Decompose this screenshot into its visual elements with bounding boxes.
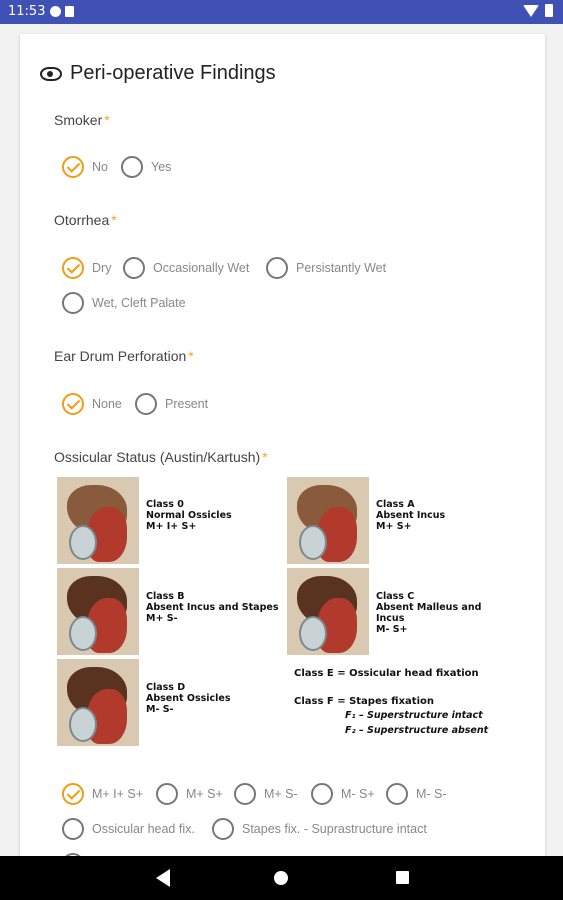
radio-unchecked-icon[interactable] bbox=[62, 292, 84, 314]
system-navigation-bar bbox=[0, 856, 563, 900]
classA-caption: Class A Absent Incus M+ S+ bbox=[376, 499, 446, 532]
radio-unchecked-icon[interactable] bbox=[62, 818, 84, 840]
radio-unchecked-icon[interactable] bbox=[212, 818, 234, 840]
ossicle-image-classD bbox=[57, 659, 139, 746]
radio-ossicular-head-fixation[interactable]: Ossicular head fix. bbox=[62, 818, 195, 840]
class0-caption: Class 0 Normal Ossicles M+ I+ S+ bbox=[146, 499, 232, 532]
notification-icon bbox=[50, 6, 61, 17]
radio-ossicular-m-plus-s-plus[interactable]: M+ S+ bbox=[156, 783, 223, 805]
sd-card-icon bbox=[65, 6, 74, 17]
radio-unchecked-icon[interactable] bbox=[156, 783, 178, 805]
required-marker: * bbox=[111, 212, 117, 228]
radio-otorrhea-wet-cleft-palate[interactable]: Wet, Cleft Palate bbox=[62, 292, 186, 314]
home-icon[interactable] bbox=[274, 871, 288, 885]
question-ear-drum-label: Ear Drum Perforation * bbox=[54, 348, 194, 364]
radio-unchecked-icon[interactable] bbox=[123, 257, 145, 279]
radio-otorrhea-persistantly-wet[interactable]: Persistantly Wet bbox=[266, 257, 386, 279]
radio-smoker-no[interactable]: No bbox=[62, 156, 108, 178]
question-smoker-label: Smoker * bbox=[54, 112, 110, 128]
classF2-caption: F₂ – Superstructure absent bbox=[345, 725, 489, 736]
ossicle-image-classA bbox=[287, 477, 369, 564]
back-icon[interactable] bbox=[156, 869, 170, 887]
status-time: 11:53 bbox=[8, 4, 46, 19]
radio-otorrhea-occasionally-wet[interactable]: Occasionally Wet bbox=[123, 257, 249, 279]
radio-ear-drum-none[interactable]: None bbox=[62, 393, 122, 415]
battery-icon bbox=[545, 4, 553, 17]
radio-unchecked-icon[interactable] bbox=[311, 783, 333, 805]
status-bar: 11:53 bbox=[0, 0, 563, 24]
required-marker: * bbox=[262, 449, 268, 465]
required-marker: * bbox=[104, 112, 110, 128]
form-card: Peri-operative Findings Smoker * No Yes O… bbox=[20, 34, 545, 864]
ossicle-image-classB bbox=[57, 568, 139, 655]
section-header: Peri-operative Findings bbox=[40, 62, 276, 85]
radio-ear-drum-present[interactable]: Present bbox=[135, 393, 208, 415]
question-otorrhea-label: Otorrhea * bbox=[54, 212, 117, 228]
ossicle-image-class0 bbox=[57, 477, 139, 564]
classC-caption: Class C Absent Malleus and Incus M- S+ bbox=[376, 591, 482, 635]
classF-caption: Class F = Stapes fixation bbox=[294, 696, 434, 707]
classE-caption: Class E = Ossicular head fixation bbox=[294, 668, 479, 679]
radio-checked-icon[interactable] bbox=[62, 393, 84, 415]
required-marker: * bbox=[188, 348, 194, 364]
classB-caption: Class B Absent Incus and Stapes M+ S- bbox=[146, 591, 279, 624]
radio-checked-icon[interactable] bbox=[62, 156, 84, 178]
radio-checked-icon[interactable] bbox=[62, 783, 84, 805]
classF1-caption: F₁ – Superstructure intact bbox=[345, 710, 483, 721]
recent-apps-icon[interactable] bbox=[396, 871, 409, 884]
radio-unchecked-icon[interactable] bbox=[234, 783, 256, 805]
radio-unchecked-icon[interactable] bbox=[121, 156, 143, 178]
ossicle-image-classC bbox=[287, 568, 369, 655]
radio-checked-icon[interactable] bbox=[62, 257, 84, 279]
radio-otorrhea-dry[interactable]: Dry bbox=[62, 257, 111, 279]
radio-unchecked-icon[interactable] bbox=[266, 257, 288, 279]
classD-caption: Class D Absent Ossicles M- S- bbox=[146, 682, 231, 715]
radio-ossicular-m-minus-s-plus[interactable]: M- S+ bbox=[311, 783, 375, 805]
wifi-icon bbox=[523, 4, 539, 17]
radio-smoker-yes[interactable]: Yes bbox=[121, 156, 171, 178]
ossicular-classification-figure: Class 0 Normal Ossicles M+ I+ S+ Class A Ab… bbox=[57, 477, 512, 749]
radio-unchecked-icon[interactable] bbox=[135, 393, 157, 415]
radio-unchecked-icon[interactable] bbox=[386, 783, 408, 805]
radio-ossicular-stapes-fix-suprastructure-intact[interactable]: Stapes fix. - Suprastructure intact bbox=[212, 818, 427, 840]
question-ossicular-label: Ossicular Status (Austin/Kartush) * bbox=[54, 449, 268, 465]
radio-ossicular-m-plus-s-minus[interactable]: M+ S- bbox=[234, 783, 298, 805]
eye-icon bbox=[40, 66, 62, 81]
section-title: Peri-operative Findings bbox=[70, 62, 276, 84]
radio-ossicular-m-minus-s-minus[interactable]: M- S- bbox=[386, 783, 447, 805]
radio-ossicular-m-plus-i-plus-s-plus[interactable]: M+ I+ S+ bbox=[62, 783, 143, 805]
